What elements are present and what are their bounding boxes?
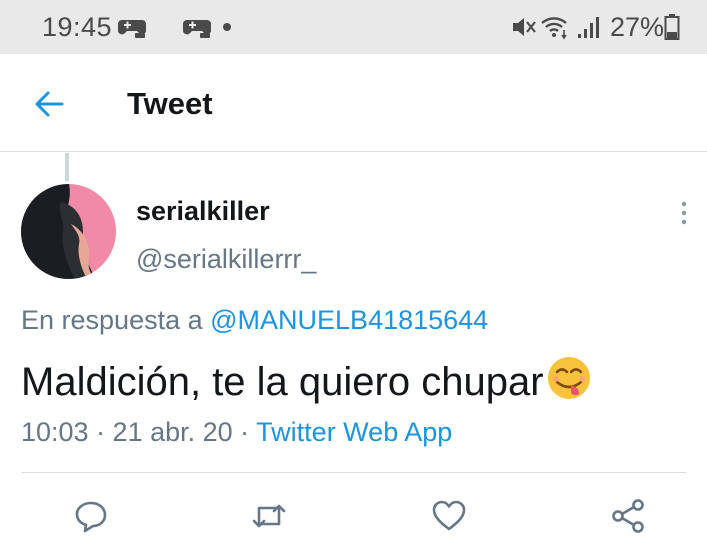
reply-mention-link[interactable]: @MANUELB41815644 [210, 305, 488, 335]
game-controller-icon [118, 20, 146, 38]
notification-dot-icon [223, 23, 231, 31]
tweet-timestamp: 10:03 · 21 abr. 20 · [21, 417, 257, 447]
reply-context: En respuesta a @MANUELB41815644 [21, 305, 488, 336]
retweet-icon[interactable] [251, 498, 287, 534]
like-icon[interactable] [431, 498, 467, 534]
wifi-icon [541, 17, 567, 40]
avatar-image [21, 184, 116, 279]
tweet-text: Maldición, te la quiero chupar [21, 355, 592, 405]
battery-percentage: 27% [610, 12, 665, 42]
tweet-meta: 10:03 · 21 abr. 20 · Twitter Web App [21, 417, 452, 448]
avatar[interactable] [21, 184, 116, 279]
divider [21, 472, 686, 473]
face-savoring-food-emoji [547, 357, 590, 399]
signal-icon [578, 17, 599, 38]
tweet-body: Maldición, te la quiero chupar [21, 360, 544, 404]
author-display-name[interactable]: serialkiller [136, 196, 270, 227]
reply-prefix: En respuesta a [21, 305, 211, 335]
game-controller-icon [183, 20, 211, 38]
more-options-icon[interactable] [676, 200, 692, 226]
battery-icon [664, 14, 680, 40]
thread-connector-line [65, 153, 69, 181]
arrow-left-icon[interactable] [32, 86, 68, 122]
share-icon[interactable] [610, 498, 646, 534]
tweet-source-link[interactable]: Twitter Web App [256, 417, 452, 447]
app-header: Tweet [0, 54, 707, 152]
page-title: Tweet [127, 86, 213, 121]
status-bar: 19:45 27% [0, 0, 707, 54]
status-time: 19:45 [42, 12, 113, 42]
author-handle[interactable]: @serialkillerrr_ [136, 244, 316, 275]
vibrate-icon [513, 18, 536, 36]
reply-icon[interactable] [73, 498, 109, 534]
